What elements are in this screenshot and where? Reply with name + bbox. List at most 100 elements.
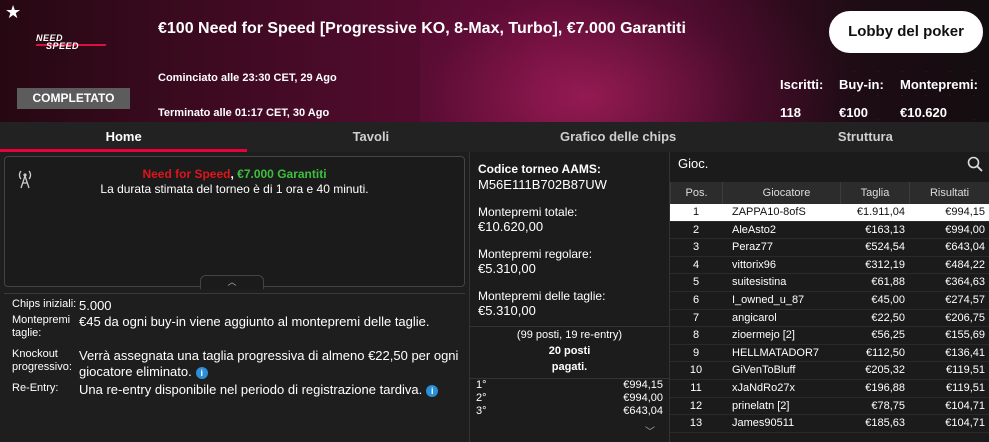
table-row[interactable]: 5 suitesistina €61,88 €364,63 bbox=[670, 274, 989, 292]
player-name: suitesistina bbox=[732, 276, 787, 289]
prize-position: 1° bbox=[476, 379, 487, 391]
table-row[interactable]: 4 vittorix96 €312,19 €484,22 bbox=[670, 257, 989, 275]
player-name: zioermejo [2] bbox=[732, 329, 795, 342]
collapse-toggle[interactable]: ︿ bbox=[200, 275, 264, 289]
chips-label: Chips iniziali: bbox=[12, 298, 77, 310]
table-row[interactable]: 8 zioermejo [2] €56,25 €155,69 bbox=[670, 327, 989, 345]
prizepool-label: Montepremi: bbox=[900, 77, 978, 92]
player-name: James90511 bbox=[732, 417, 795, 430]
player-position: 9 bbox=[692, 346, 700, 359]
status-badge: COMPLETATO bbox=[17, 88, 130, 109]
table-row[interactable]: 1 ZAPPA10-8ofS €1.911,04 €994,15 bbox=[670, 204, 989, 222]
player-position: 11 bbox=[690, 381, 702, 394]
table-row[interactable]: 3 Peraz77 €524,54 €643,04 bbox=[670, 239, 989, 257]
players-table-header: Pos. Giocatore Taglia Risultati bbox=[670, 182, 989, 204]
player-result: €994,00 bbox=[945, 223, 985, 236]
player-name: angicarol bbox=[732, 311, 777, 324]
detail-row-reentry: Re-Entry: Una re-entry disponibile nel p… bbox=[4, 382, 465, 398]
tournament-name: Need for Speed bbox=[142, 167, 231, 181]
player-result: €136,41 bbox=[945, 346, 985, 359]
player-position: 8 bbox=[692, 329, 700, 342]
tab-structure[interactable]: Struttura bbox=[742, 122, 989, 152]
player-result: €994,15 bbox=[945, 206, 985, 218]
player-position: 3 bbox=[692, 241, 700, 254]
entrants-value: 118 bbox=[780, 105, 801, 120]
table-row[interactable]: 7 angicarol €22,50 €206,75 bbox=[670, 310, 989, 328]
knockout-value: Verrà assegnata una taglia progressiva d… bbox=[79, 348, 465, 380]
info-icon[interactable]: i bbox=[195, 366, 208, 379]
reentry-label: Re-Entry: bbox=[12, 382, 59, 394]
player-result: €274,57 bbox=[945, 293, 985, 306]
player-result: €104,71 bbox=[945, 399, 985, 412]
prize-row: 2° €994,00 bbox=[470, 392, 669, 405]
bounty-pool-label: Montepremi taglie: bbox=[12, 314, 71, 339]
tournament-name-line: Need for Speed, €7.000 Garantiti bbox=[5, 167, 464, 181]
player-bounty: €196,88 bbox=[865, 381, 905, 394]
player-bounty: €45,00 bbox=[871, 293, 905, 306]
chips-value: 5.000 bbox=[79, 298, 112, 313]
player-result: €119,51 bbox=[946, 381, 985, 394]
guarantee-text: €7.000 Garantiti bbox=[237, 167, 327, 181]
player-name: ZAPPA10-8ofS bbox=[732, 206, 806, 218]
reentry-value: Una re-entry disponibile nel periodo di … bbox=[79, 382, 465, 398]
table-row[interactable]: 10 GiVenToBluff €205,32 €119,51 bbox=[670, 362, 989, 380]
player-bounty: €163,13 bbox=[865, 223, 905, 236]
detail-row-knockout: Knockout progressivo: Verrà assegnata un… bbox=[4, 348, 465, 380]
home-info-panel: Need for Speed, €7.000 Garantiti La dura… bbox=[0, 152, 469, 442]
poker-lobby-button[interactable]: Lobby del poker bbox=[829, 11, 983, 53]
player-name: HELLMATADOR7 bbox=[732, 346, 820, 359]
prize-list[interactable]: 1° €994,15 2° €994,00 3° €643,04 bbox=[470, 378, 669, 418]
knockout-label: Knockout progressivo: bbox=[12, 348, 72, 373]
player-bounty: €1.911,04 bbox=[856, 206, 905, 218]
prize-amount: €994,15 bbox=[623, 379, 663, 391]
table-row[interactable]: 13 James90511 €185,63 €104,71 bbox=[670, 415, 989, 433]
info-icon[interactable]: i bbox=[426, 384, 439, 397]
total-prizepool-label: Montepremi totale: bbox=[478, 205, 578, 219]
player-bounty: €524,54 bbox=[865, 241, 905, 254]
player-name: GiVenToBluff bbox=[732, 364, 796, 377]
col-results[interactable]: Risultati bbox=[909, 182, 989, 204]
prize-position: 3° bbox=[476, 405, 487, 417]
start-time: Cominciato alle 23:30 CET, 29 Ago bbox=[158, 72, 337, 84]
entries-count: (99 posti, 19 re-entry) bbox=[516, 329, 623, 341]
player-position: 4 bbox=[692, 258, 700, 271]
paid-text: pagati. bbox=[551, 361, 588, 373]
player-result: €104,71 bbox=[945, 417, 985, 430]
player-bounty: €56,25 bbox=[871, 329, 905, 342]
regular-prizepool-label: Montepremi regolare: bbox=[478, 247, 593, 261]
logo-text-bottom: SPEED bbox=[46, 41, 80, 51]
player-bounty: €61,88 bbox=[871, 276, 905, 289]
favorite-star-icon[interactable]: ★ bbox=[5, 2, 21, 23]
col-bounty[interactable]: Taglia bbox=[840, 182, 909, 204]
col-position[interactable]: Pos. bbox=[670, 182, 722, 204]
table-row[interactable]: 12 prinelatn [2] €78,75 €104,71 bbox=[670, 398, 989, 416]
player-position: 7 bbox=[692, 311, 700, 324]
player-result: €484,22 bbox=[945, 258, 985, 271]
table-row[interactable]: 9 HELLMATADOR7 €112,50 €136,41 bbox=[670, 345, 989, 363]
player-position: 13 bbox=[689, 417, 703, 430]
table-row[interactable]: 11 xJaNdRo27x €196,88 €119,51 bbox=[670, 380, 989, 398]
player-name: AleAsto2 bbox=[732, 223, 777, 236]
player-result: €119,51 bbox=[946, 364, 985, 377]
tab-chip-chart[interactable]: Grafico delle chips bbox=[495, 122, 742, 152]
chevron-down-icon[interactable]: ﹀ bbox=[645, 423, 655, 438]
detail-row-bounty-pool: Montepremi taglie: €45 da ogni buy-in vi… bbox=[4, 314, 465, 340]
player-position: 10 bbox=[689, 364, 703, 377]
table-row[interactable]: 2 AleAsto2 €163,13 €994,00 bbox=[670, 222, 989, 240]
tab-home[interactable]: Home bbox=[0, 122, 248, 152]
buyin-value: €100 bbox=[839, 105, 868, 120]
aams-code-value: M56E111B702B87UW bbox=[478, 177, 607, 192]
paid-places-summary: (99 posti, 19 re-entry) 20 posti pagati. bbox=[470, 326, 669, 375]
tournament-header: ★ NEED SPEED COMPLETATO €100 Need for Sp… bbox=[0, 0, 989, 122]
player-result: €155,69 bbox=[945, 329, 985, 342]
table-row[interactable]: 6 I_owned_u_87 €45,00 €274,57 bbox=[670, 292, 989, 310]
col-player[interactable]: Giocatore bbox=[722, 182, 840, 204]
header-background-art bbox=[420, 0, 840, 122]
detail-row-chips: Chips iniziali: 5.000 bbox=[4, 298, 465, 314]
tab-tables[interactable]: Tavoli bbox=[247, 122, 494, 152]
player-result: €206,75 bbox=[945, 311, 985, 324]
search-icon[interactable] bbox=[967, 156, 983, 172]
tournament-details: Chips iniziali: 5.000 Montepremi taglie:… bbox=[4, 293, 465, 420]
player-position: 12 bbox=[689, 399, 703, 412]
paid-places: 20 posti bbox=[548, 345, 591, 357]
